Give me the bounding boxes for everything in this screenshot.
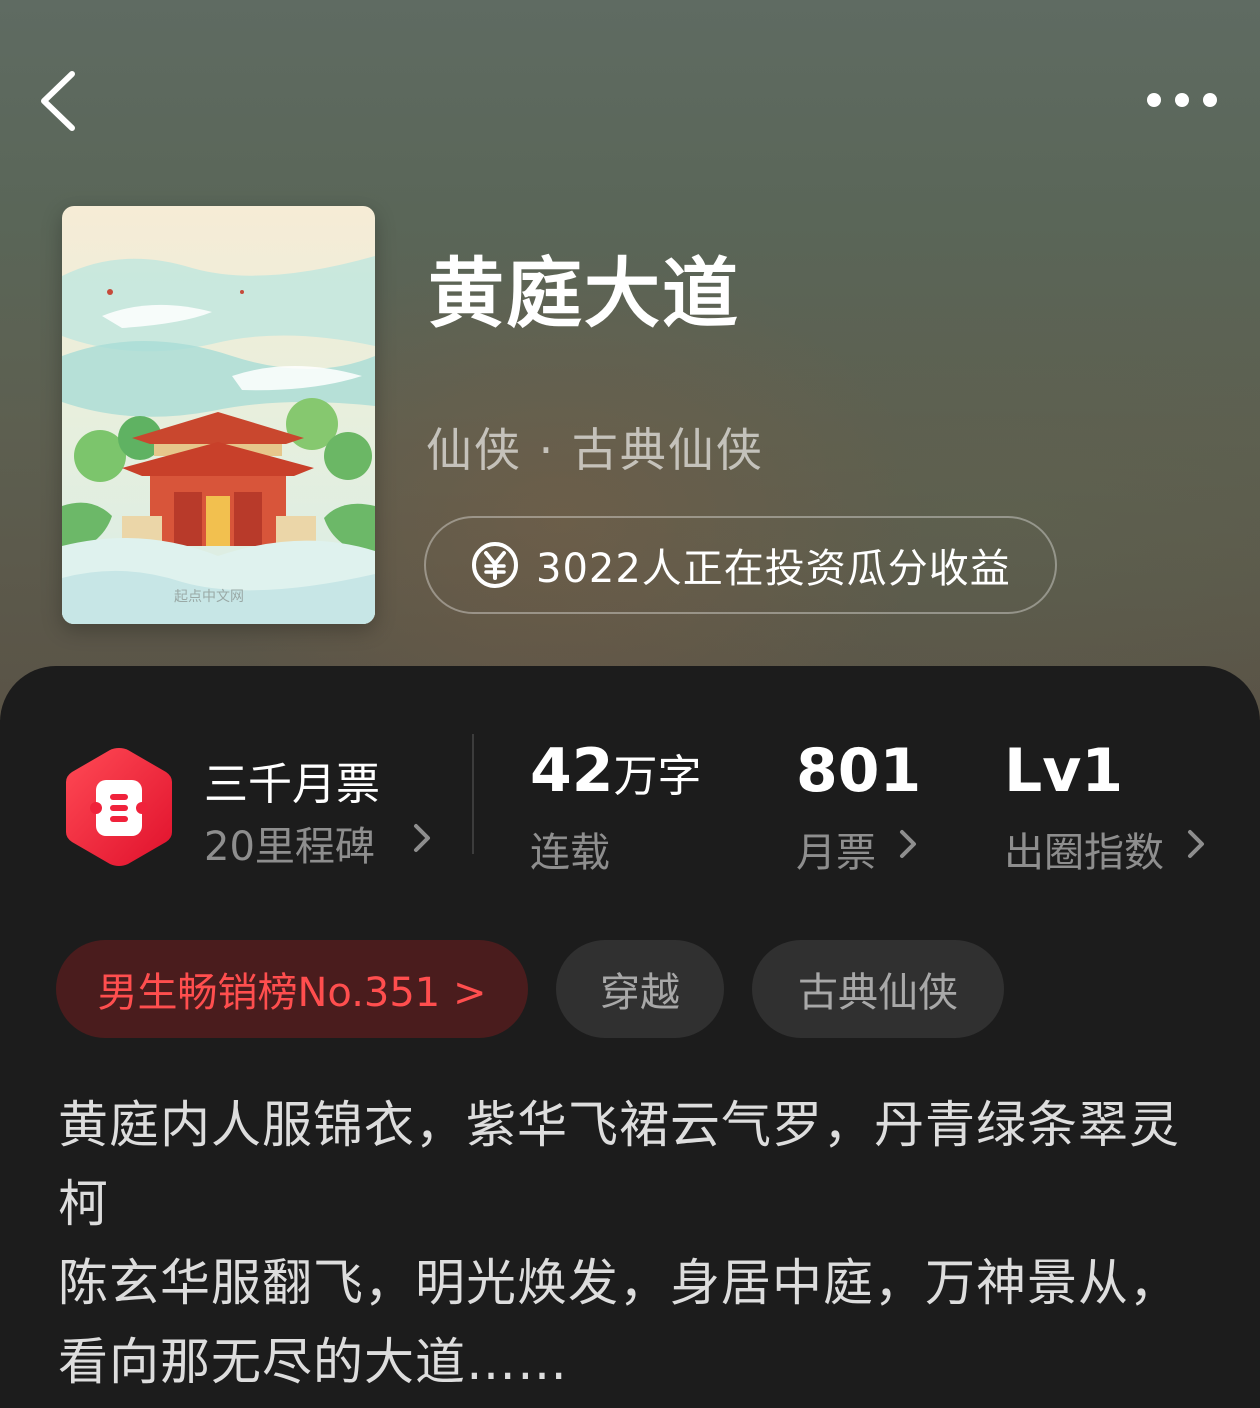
chevron-right-icon[interactable]: [896, 826, 920, 862]
influence-label[interactable]: 出圈指数: [1004, 820, 1164, 878]
book-description[interactable]: 黄庭内人服锦衣，紫华飞裙云气罗，丹青绿条翠灵柯 陈玄华服翻飞，明光焕发，身居中庭…: [58, 1086, 1208, 1402]
tag-gudian-xianxia[interactable]: 古典仙侠: [752, 940, 1004, 1038]
influence-value[interactable]: Lv1: [1004, 736, 1123, 806]
monthly-badge-subtitle[interactable]: 20里程碑: [204, 814, 375, 872]
rank-tag[interactable]: 男生畅销榜No.351 >: [56, 940, 528, 1038]
tag-chuanyue[interactable]: 穿越: [556, 940, 724, 1038]
more-button[interactable]: [1140, 82, 1230, 118]
invest-text: 3022人正在投资瓜分收益: [536, 546, 1011, 592]
chevron-left-icon: [41, 71, 75, 131]
stats-divider: [472, 734, 474, 854]
back-button[interactable]: [34, 66, 94, 136]
cover-watermark: 起点中文网: [174, 589, 244, 605]
book-title: 黄庭大道: [428, 249, 740, 338]
monthly-votes-value[interactable]: 801: [796, 736, 921, 806]
serial-status: 连载: [530, 830, 610, 876]
description-line-2: 陈玄华服翻飞，明光焕发，身居中庭，万神景从，看向那无尽的大道……: [58, 1254, 1180, 1391]
monthly-badge-title[interactable]: 三千月票: [204, 748, 380, 812]
chevron-right-icon[interactable]: [1184, 826, 1208, 862]
description-line-1: 黄庭内人服锦衣，紫华飞裙云气罗，丹青绿条翠灵柯: [58, 1096, 1180, 1233]
word-count-value: 42: [530, 736, 614, 806]
more-dots-icon: [1147, 93, 1217, 107]
word-count-unit: 万字: [613, 751, 702, 802]
cover-illustration: 起点中文网: [62, 206, 375, 624]
yen-coin-icon: [472, 542, 518, 588]
invest-button[interactable]: 3022人正在投资瓜分收益: [424, 516, 1057, 614]
chevron-right-icon[interactable]: [410, 820, 434, 856]
ticket-hexagon-icon[interactable]: [62, 744, 176, 870]
book-cover[interactable]: 起点中文网: [62, 206, 375, 624]
word-count: 42万字: [530, 736, 702, 806]
book-category[interactable]: 仙侠 · 古典仙侠: [426, 414, 764, 480]
monthly-votes-label[interactable]: 月票: [796, 820, 876, 878]
